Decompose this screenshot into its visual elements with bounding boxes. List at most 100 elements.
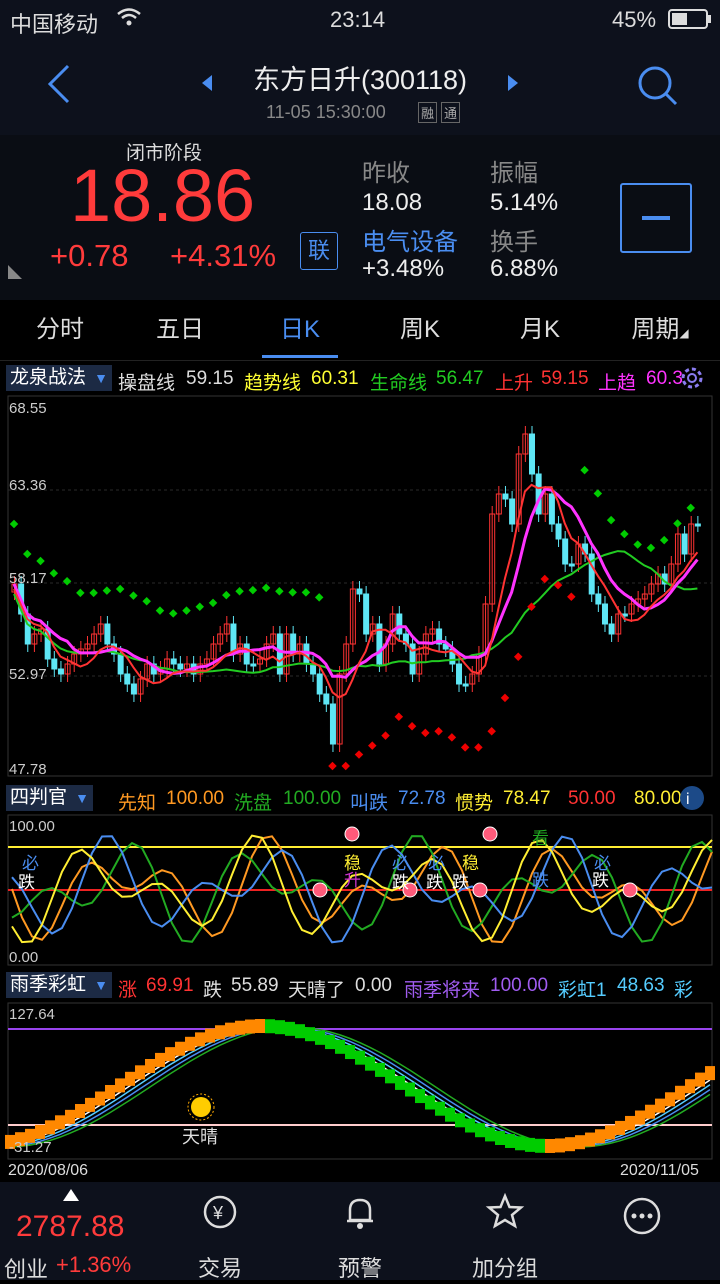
fall-bar xyxy=(335,1039,345,1054)
candle-body xyxy=(396,613,403,635)
fall-bar xyxy=(295,1024,305,1039)
rise-bar xyxy=(255,1019,265,1034)
fall-bar xyxy=(265,1019,275,1034)
rise-bar xyxy=(185,1036,195,1051)
signal-label: 跌 xyxy=(392,873,409,892)
remove-watchlist-button[interactable] xyxy=(620,183,692,253)
candle-body xyxy=(595,593,602,605)
end-date-label: 2020/11/05 xyxy=(620,1162,699,1179)
support-dot xyxy=(222,590,231,600)
rise-bar xyxy=(75,1104,85,1119)
connect-badge: 通 xyxy=(441,102,461,123)
clock: 23:14 xyxy=(330,7,386,32)
nav-trade[interactable]: ¥ 交易 xyxy=(180,1192,260,1283)
panel3-indicator-selector[interactable]: 雨季彩虹 ▼ xyxy=(6,972,113,998)
rainy-rainbow-chart[interactable]: 127.64 -31.27 天晴 2020/08/06 2020/11/05 xyxy=(0,1002,720,1180)
panel2-indicator-selector[interactable]: 四判官 ▼ xyxy=(6,785,94,811)
rise-bar xyxy=(135,1065,145,1080)
chevron-down-icon: ▼ xyxy=(94,977,109,993)
chevron-down-icon: ▼ xyxy=(75,790,90,806)
panel3-legend: 雨季彩虹 ▼ 涨 69.91 跌 55.89 天晴了 0.00 雨季将来 100… xyxy=(0,968,720,1002)
legend-trend-label: 趋势线 xyxy=(244,373,302,394)
sector-link[interactable]: 电气设备 xyxy=(362,222,458,257)
support-dot xyxy=(208,598,218,608)
rise-bar xyxy=(585,1132,595,1147)
minus-icon xyxy=(642,216,670,220)
sector-change: +3.48% xyxy=(362,255,445,282)
legend-line80-value: 80.00 xyxy=(634,788,682,809)
resistance-dot xyxy=(447,733,457,742)
signal-label: 必 xyxy=(428,854,445,873)
panel2-info-icon[interactable]: i xyxy=(678,784,706,818)
tab-period[interactable]: 周期◢ xyxy=(600,300,720,360)
main-indicator-selector[interactable]: 龙泉战法 ▼ xyxy=(6,365,113,391)
turnover-label: 换手 xyxy=(490,229,538,256)
expand-up-icon[interactable] xyxy=(63,1188,79,1206)
support-dot xyxy=(9,519,19,529)
search-icon[interactable] xyxy=(636,64,680,113)
support-dot xyxy=(248,585,258,595)
signal-marker xyxy=(622,882,638,898)
related-button[interactable]: 联 xyxy=(300,232,338,270)
margin-badge: 融 xyxy=(418,102,438,123)
four-judges-chart[interactable]: 100.00 0.00 必 跌 稳 升 必 跌 必 跌 稳 跌 看 跌 必 跌 xyxy=(0,814,720,966)
signal-label: 跌 xyxy=(18,873,35,892)
tab-five-day[interactable]: 五日 xyxy=(120,300,240,360)
carrier-label: 中国移动 xyxy=(10,12,99,37)
prev-close-label: 昨收 xyxy=(362,160,410,187)
tab-weekly-k[interactable]: 周K xyxy=(360,300,480,360)
resistance-dot xyxy=(434,726,443,736)
period-tabs: 分时 五日 日K 周K 月K 周期◢ xyxy=(0,300,720,361)
support-dot xyxy=(301,588,311,597)
status-bar: 中国移动 23:14 45% xyxy=(0,0,720,40)
main-indicator-name: 龙泉战法 xyxy=(10,367,87,388)
rise-bar xyxy=(165,1047,175,1062)
main-kline-chart[interactable]: 68.55 63.36 58.17 52.97 47.78 xyxy=(0,394,720,780)
support-dot xyxy=(593,489,603,498)
index-change: +1.36% xyxy=(56,1252,132,1277)
resistance-dot xyxy=(421,728,430,738)
support-dot xyxy=(195,602,205,612)
next-stock-icon[interactable] xyxy=(506,74,520,97)
y-axis-label: 127.64 xyxy=(9,1006,55,1023)
fall-bar xyxy=(535,1138,545,1153)
tab-monthly-k[interactable]: 月K xyxy=(480,300,600,360)
rise-bar xyxy=(705,1066,715,1081)
nav-alert-label: 预警 xyxy=(337,1256,382,1281)
rise-bar xyxy=(105,1084,115,1099)
legend-callfall-value: 72.78 xyxy=(398,788,446,809)
rise-bar xyxy=(695,1072,705,1087)
candle-body xyxy=(601,603,608,625)
fall-bar xyxy=(475,1123,485,1138)
tab-daily-k[interactable]: 日K xyxy=(240,300,360,360)
resistance-dot xyxy=(354,750,364,759)
fall-bar xyxy=(505,1133,515,1148)
settings-gear-icon[interactable] xyxy=(678,364,706,398)
tab-period-label: 周期 xyxy=(631,316,680,343)
active-tab-indicator xyxy=(262,355,338,358)
fall-bar xyxy=(375,1062,385,1077)
nav-alert[interactable]: 预警 xyxy=(320,1192,400,1283)
rise-bar xyxy=(245,1019,255,1034)
support-dot xyxy=(686,503,695,513)
rise-bar xyxy=(665,1092,675,1107)
tab-intraday[interactable]: 分时 xyxy=(0,300,120,360)
candle-body xyxy=(363,593,370,635)
more-button[interactable] xyxy=(620,1194,664,1243)
support-dot xyxy=(606,515,616,525)
prev-stock-icon[interactable] xyxy=(200,74,214,97)
signal-marker xyxy=(344,826,360,842)
resistance-dot xyxy=(460,743,470,752)
support-dot xyxy=(261,583,271,593)
nav-add-group[interactable]: 加分组 xyxy=(460,1192,550,1283)
candle-body xyxy=(562,538,569,565)
support-dot xyxy=(168,609,178,618)
back-icon[interactable] xyxy=(44,62,74,111)
rise-bar xyxy=(625,1115,635,1130)
signal-label: 跌 xyxy=(452,873,469,892)
resistance-dot xyxy=(341,761,350,771)
index-value[interactable]: 2787.88 xyxy=(16,1210,124,1244)
rise-bar xyxy=(55,1115,65,1130)
stock-header: 东方日升(300118) 11-05 15:30:00 融 通 xyxy=(0,40,720,135)
y-axis-label: 68.55 xyxy=(9,400,47,417)
